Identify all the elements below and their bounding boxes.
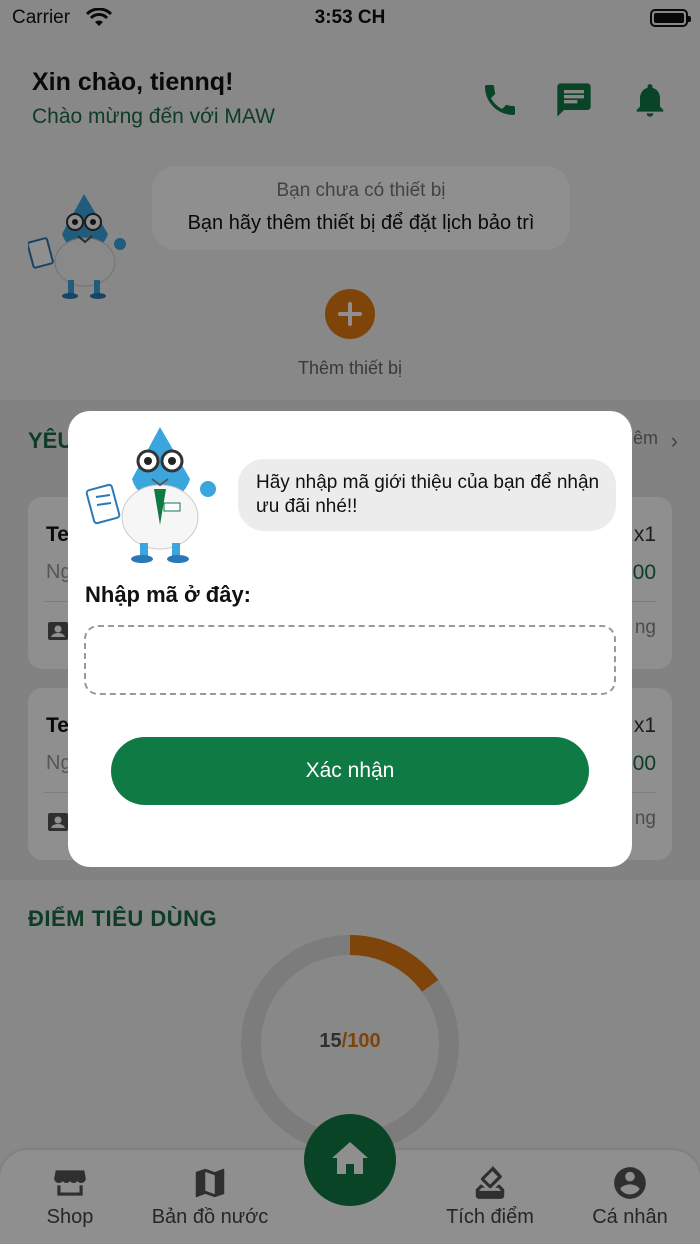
- referral-code-label: Nhập mã ở đây:: [85, 582, 252, 607]
- confirm-button[interactable]: Xác nhận: [111, 737, 589, 805]
- referral-code-dialog: Hãy nhập mã giới thiệu của bạn để nhận ư…: [68, 411, 632, 867]
- referral-speech-bubble: Hãy nhập mã giới thiệu của bạn để nhận ư…: [238, 459, 616, 531]
- mascot-illustration: [85, 427, 216, 563]
- referral-prompt: Hãy nhập mã giới thiệu của bạn để nhận ư…: [256, 472, 600, 517]
- referral-code-input[interactable]: [84, 625, 616, 695]
